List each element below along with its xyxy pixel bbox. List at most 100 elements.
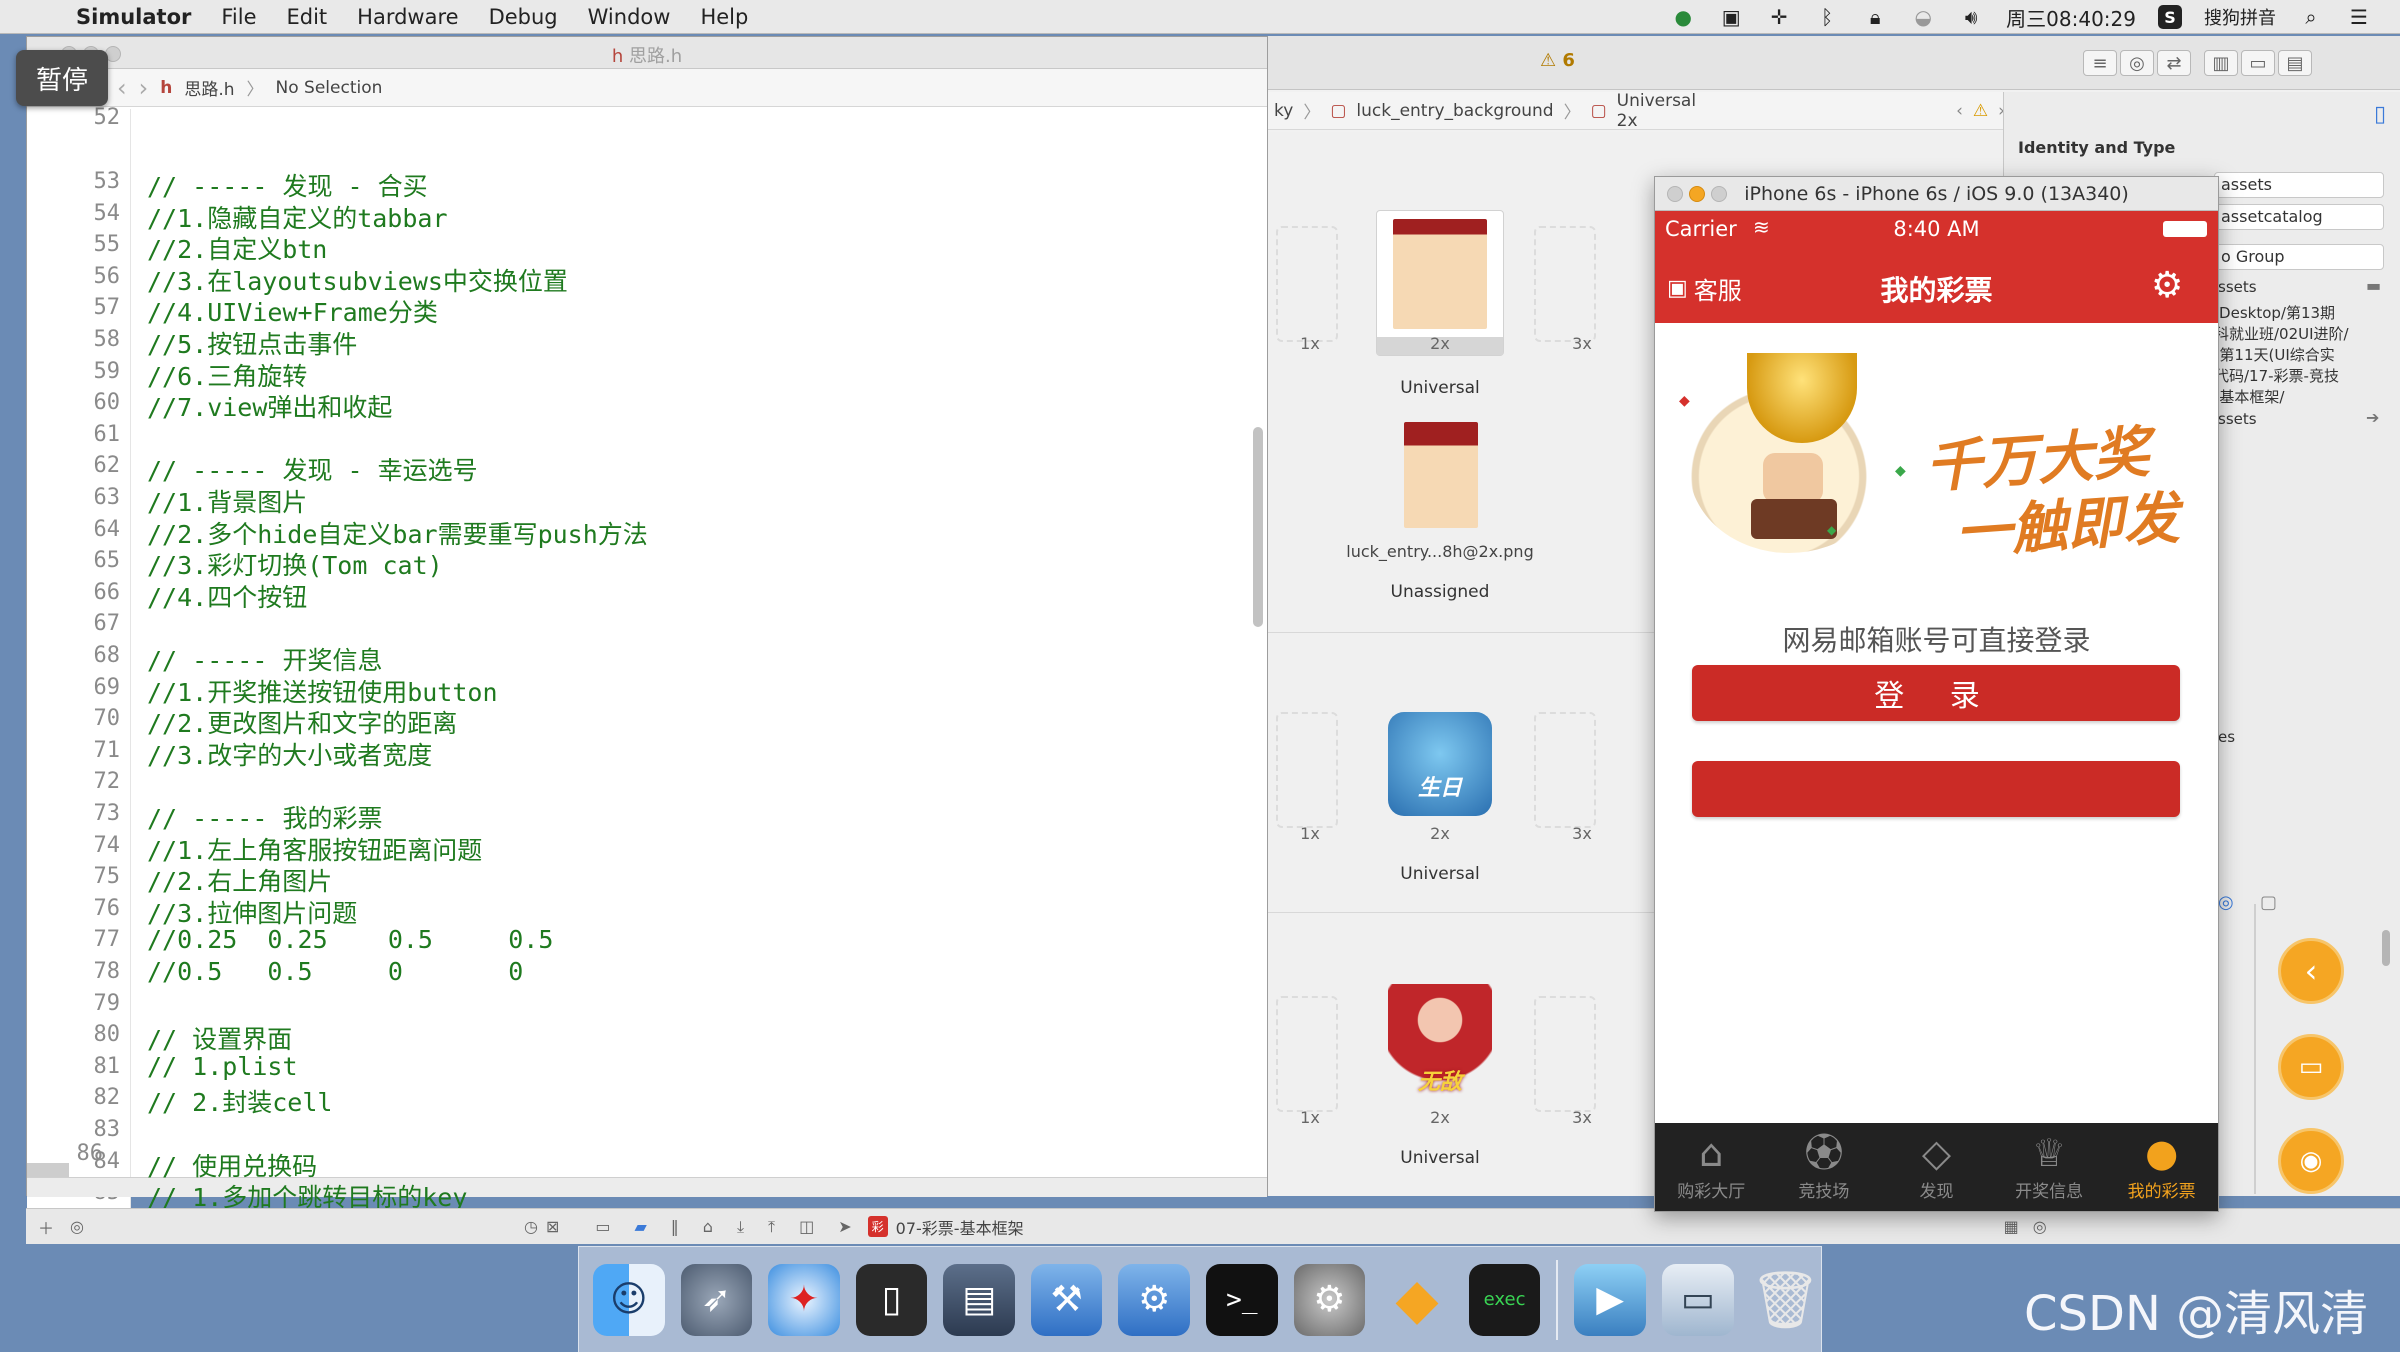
toggle-debug-area-icon[interactable]: ▭ bbox=[2241, 50, 2275, 76]
inspector-type-select[interactable]: assetcatalog bbox=[2214, 204, 2384, 230]
scm-status-icon[interactable]: ⊠ bbox=[546, 1217, 559, 1236]
breakpoints-icon[interactable]: ▰ bbox=[634, 1217, 646, 1236]
version-editor-icon[interactable]: ⇄ bbox=[2157, 50, 2191, 76]
code-line[interactable]: //1.隐藏自定义的tabbar bbox=[147, 199, 448, 235]
terminal-icon[interactable]: >_ bbox=[1206, 1263, 1278, 1336]
inspector-location-select[interactable]: o Group bbox=[2214, 244, 2384, 270]
tab-arena[interactable]: ⚽︎ 竞技场 bbox=[1768, 1123, 1881, 1211]
code-line[interactable]: // ----- 发现 - 合买 bbox=[147, 167, 428, 203]
camera-asset-icon[interactable]: ◉ bbox=[2278, 1128, 2344, 1194]
lock-icon[interactable]: 🔒︎ bbox=[1862, 5, 1888, 29]
jumpbar-selection[interactable]: No Selection bbox=[276, 78, 383, 98]
code-line[interactable]: // 使用兑换码 bbox=[147, 1147, 317, 1183]
reveal-arrow-icon[interactable]: ➔ bbox=[2366, 408, 2379, 427]
asset-slot-3x[interactable] bbox=[1534, 712, 1596, 828]
toggle-utilities-icon[interactable]: ▤ bbox=[2278, 50, 2312, 76]
code-line[interactable]: //0.5 0.5 0 0 bbox=[147, 957, 523, 986]
screen-record-icon[interactable]: ▣ bbox=[1718, 5, 1744, 29]
code-line[interactable]: //1.左上角客服按钮距离问题 bbox=[147, 831, 482, 867]
quicktime-player-icon[interactable]: ▶ bbox=[1574, 1263, 1646, 1336]
asset-slot-1x[interactable] bbox=[1276, 226, 1338, 342]
asset-slot-1x[interactable] bbox=[1276, 712, 1338, 828]
keynote-icon[interactable]: ▤ bbox=[943, 1263, 1015, 1336]
launchpad-rocket-icon[interactable]: ➶ bbox=[680, 1263, 753, 1336]
input-method-label[interactable]: 搜狗拼音 bbox=[2204, 4, 2276, 30]
media-library-icon[interactable]: ▢ bbox=[2260, 892, 2277, 913]
register-button[interactable] bbox=[1692, 761, 2180, 817]
preview-icon[interactable]: ▭ bbox=[1661, 1263, 1734, 1336]
warning-indicator[interactable]: ⚠ 6 bbox=[1540, 50, 1575, 71]
system-preferences-gear-icon[interactable]: ⚙ bbox=[1293, 1263, 1366, 1336]
code-line[interactable]: //1.开奖推送按钮使用button bbox=[147, 673, 498, 709]
code-line[interactable]: //3.在layoutsubviews中交换位置 bbox=[147, 262, 568, 298]
breadcrumb-item[interactable]: luck_entry_background bbox=[1356, 101, 1553, 121]
login-button[interactable]: 登 录 bbox=[1692, 665, 2180, 721]
code-line[interactable]: //7.view弹出和收起 bbox=[147, 388, 392, 424]
issue-warning-icon[interactable]: ⚠ bbox=[1973, 101, 1988, 121]
code-line[interactable]: // ----- 发现 - 幸运选号 bbox=[147, 451, 478, 487]
code-line[interactable]: //4.四个按钮 bbox=[147, 578, 307, 614]
add-file-icon[interactable]: ＋ bbox=[38, 1215, 54, 1239]
settings-gear-icon[interactable]: ⚙ bbox=[2151, 265, 2183, 306]
step-over-icon[interactable]: ⌂ bbox=[703, 1217, 713, 1236]
filter-circle-icon[interactable]: ◎ bbox=[2033, 1217, 2047, 1236]
mouse-app-icon[interactable]: ▯ bbox=[855, 1263, 928, 1336]
pause-debugger-icon[interactable]: ‖ bbox=[671, 1217, 679, 1236]
code-line[interactable]: //5.按钮点击事件 bbox=[147, 325, 357, 361]
standard-editor-icon[interactable]: ≡ bbox=[2083, 50, 2117, 76]
location-simulate-icon[interactable]: ➤ bbox=[838, 1217, 851, 1236]
bluetooth-icon[interactable]: ᛒ bbox=[1814, 5, 1840, 29]
debug-area-toggle-icon[interactable]: ▭ bbox=[595, 1217, 610, 1236]
step-out-icon[interactable]: ⤒ bbox=[768, 1217, 775, 1237]
menu-debug[interactable]: Debug bbox=[489, 5, 558, 29]
inspector-name-field[interactable]: assets bbox=[2214, 172, 2384, 198]
asset-slot-3x[interactable] bbox=[1534, 226, 1596, 342]
crosshair-icon[interactable]: ✛ bbox=[1766, 5, 1792, 29]
grid-view-icon[interactable]: ▦ bbox=[2004, 1217, 2019, 1236]
code-line[interactable]: //3.拉伸图片问题 bbox=[147, 894, 357, 930]
unassigned-image-thumbnail[interactable] bbox=[1404, 422, 1478, 528]
input-method-icon[interactable]: S bbox=[2158, 5, 2182, 29]
code-line[interactable]: // ----- 开奖信息 bbox=[147, 641, 382, 677]
menu-app-name[interactable]: Simulator bbox=[76, 5, 191, 29]
toggle-navigator-icon[interactable]: ▥ bbox=[2204, 50, 2238, 76]
birthday-asset-image[interactable]: 生日 bbox=[1388, 712, 1492, 816]
notification-list-icon[interactable]: ☰ bbox=[2346, 5, 2372, 29]
library-scrollbar[interactable] bbox=[2382, 930, 2390, 966]
tab-my-lottery[interactable]: ● 我的彩票 bbox=[2105, 1123, 2218, 1211]
spotlight-search-icon[interactable]: ⌕ bbox=[2298, 5, 2324, 29]
safari-compass-icon[interactable]: ✦ bbox=[768, 1263, 840, 1336]
volume-icon[interactable]: 🔊︎ bbox=[1958, 5, 1984, 29]
tab-lottery-hall[interactable]: ⌂ 购彩大厅 bbox=[1655, 1123, 1768, 1211]
back-nav-asset-icon[interactable]: ‹ bbox=[2278, 938, 2344, 1004]
code-line[interactable]: //4.UIView+Frame分类 bbox=[147, 293, 438, 329]
code-line[interactable]: //2.多个hide自定义bar需要重写push方法 bbox=[147, 515, 648, 551]
breadcrumb-item[interactable]: Universal 2x bbox=[1617, 91, 1696, 131]
code-line[interactable]: //6.三角旋转 bbox=[147, 357, 307, 393]
xcode-instruments-icon[interactable]: ⚙ bbox=[1118, 1263, 1191, 1336]
file-inspector-icon[interactable]: ▯ bbox=[2374, 102, 2386, 127]
asset-slot-1x[interactable] bbox=[1276, 996, 1338, 1112]
card-asset-icon[interactable]: ▭ bbox=[2278, 1034, 2344, 1100]
object-library-icon[interactable]: ◎ bbox=[2218, 892, 2234, 913]
menu-window[interactable]: Window bbox=[588, 5, 671, 29]
menu-hardware[interactable]: Hardware bbox=[357, 5, 458, 29]
sketch-diamond-icon[interactable]: ◆ bbox=[1381, 1264, 1453, 1336]
xcode-hammer-icon[interactable]: ⚒ bbox=[1030, 1263, 1103, 1336]
wifi-icon[interactable]: ◒ bbox=[1910, 5, 1936, 29]
code-line[interactable]: //3.改字的大小或者宽度 bbox=[147, 736, 432, 772]
code-line[interactable]: //2.自定义btn bbox=[147, 230, 327, 266]
code-line[interactable]: // 1.plist bbox=[147, 1052, 298, 1081]
tab-draw-info[interactable]: ♕ 开奖信息 bbox=[1993, 1123, 2106, 1211]
menu-edit[interactable]: Edit bbox=[287, 5, 328, 29]
code-line[interactable]: // ----- 我的彩票 bbox=[147, 799, 382, 835]
filter-icon[interactable]: ◎ bbox=[70, 1217, 84, 1236]
code-line[interactable]: //1.背景图片 bbox=[147, 483, 307, 519]
pause-badge[interactable]: 暂停 bbox=[16, 50, 108, 106]
jumpbar-file[interactable]: 思路.h bbox=[184, 75, 234, 100]
code-line[interactable]: //2.更改图片和文字的距离 bbox=[147, 704, 457, 740]
forward-arrow-icon[interactable]: › bbox=[139, 74, 149, 102]
scheme-label[interactable]: 07-彩票-基本框架 bbox=[896, 1215, 1024, 1239]
editor-scrollbar[interactable] bbox=[1253, 427, 1263, 627]
recent-files-icon[interactable]: ◷ bbox=[524, 1217, 538, 1236]
